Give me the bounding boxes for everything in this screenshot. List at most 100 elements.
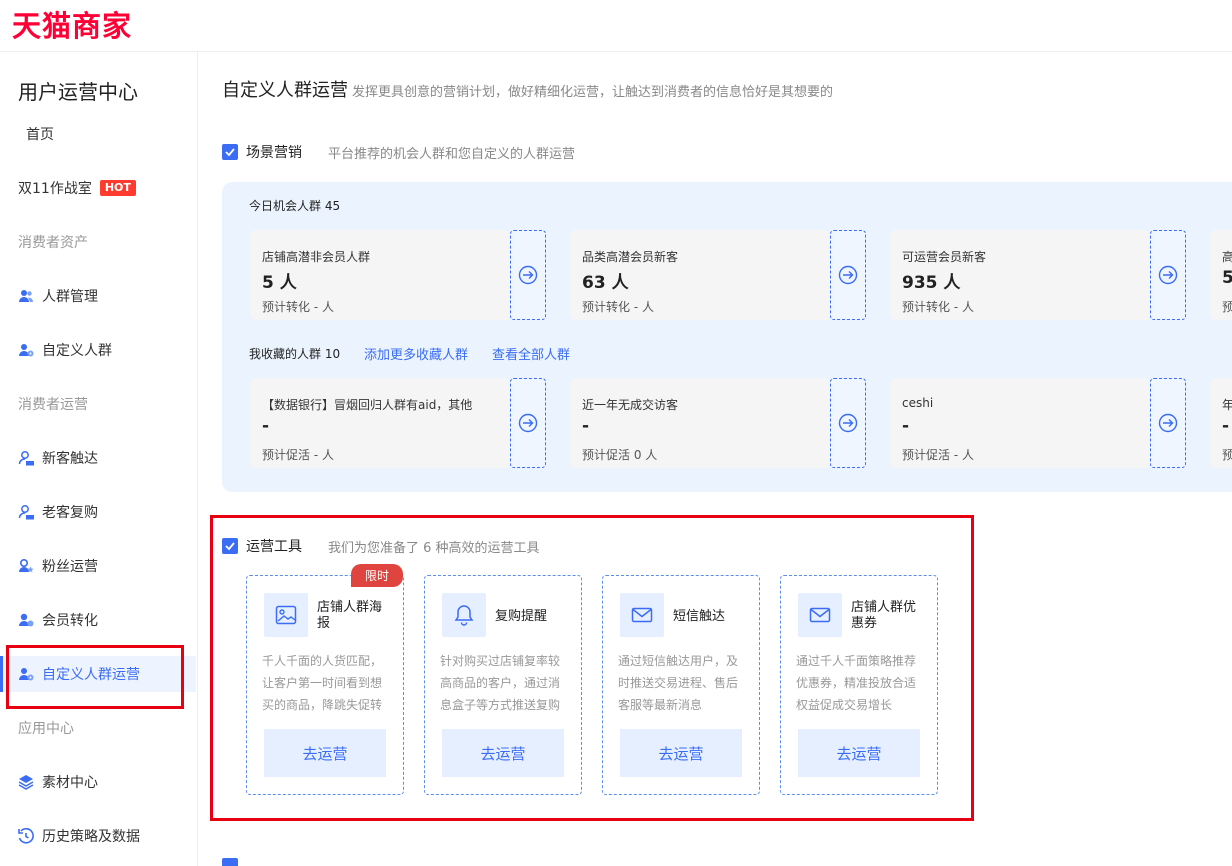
sidebar-item-new-reach[interactable]: 新客触达 xyxy=(0,440,196,476)
tool-name: 短信触达 xyxy=(673,609,726,624)
scene-section-header: 场景营销 平台推荐的机会人群和您自定义的人群运营 xyxy=(222,142,575,162)
crowd-count: 5 xyxy=(1222,268,1232,288)
sidebar-item-label: 粉丝运营 xyxy=(42,559,98,575)
crowd-go-button[interactable] xyxy=(830,378,866,468)
crowd-go-button[interactable] xyxy=(1150,230,1186,320)
crowd-go-button[interactable] xyxy=(510,230,546,320)
view-all-crowd-link[interactable]: 查看全部人群 xyxy=(492,344,570,363)
scene-panel: 今日机会人群 45 店铺高潜非会员人群 5 人 预计转化 - 人 品类高潜会员新… xyxy=(222,182,1232,492)
layers-icon xyxy=(18,774,34,790)
sidebar-item-label: 人群管理 xyxy=(42,289,98,305)
crowd-card[interactable]: 店铺高潜非会员人群 5 人 预计转化 - 人 xyxy=(250,230,510,320)
crowd-card[interactable]: ceshi - 预计促活 - 人 xyxy=(890,378,1150,468)
crowd-forecast: 预计转化 - 人 xyxy=(262,300,334,314)
top-bar: 天猫商家 xyxy=(0,0,1232,52)
tool-card-sms: 短信触达 通过短信触达用户，及时推送交易进程、售后客服等最新消息 去运营 xyxy=(602,575,760,795)
users-icon xyxy=(18,288,34,304)
crowd-forecast: 预计转化 - 人 xyxy=(902,300,974,314)
tool-card-poster: 限时 店铺人群海报 千人千面的人货匹配，让客户第一时间看到想买的商品，降跳失促转… xyxy=(246,564,404,795)
crowd-card[interactable]: 品类高潜会员新客 63 人 预计转化 - 人 xyxy=(570,230,830,320)
sidebar-item-label: 素材中心 xyxy=(42,775,98,791)
sidebar: 用户运营中心 首页 双11作战室 HOT 消费者资产 人群管理 自定义人群 消费… xyxy=(0,52,198,866)
check-icon xyxy=(222,538,238,554)
crowd-card[interactable]: 高 5 预 xyxy=(1210,230,1232,320)
sidebar-item-custom-crowd-ops[interactable]: 自定义人群运营 xyxy=(0,656,196,692)
arrow-right-circle-icon xyxy=(1158,265,1178,285)
crowd-card[interactable]: 【数据银行】冒烟回归人群有aid，其他 - 预计促活 - 人 xyxy=(250,378,510,468)
user-settings-icon xyxy=(18,666,34,682)
sidebar-item-material-center[interactable]: 素材中心 xyxy=(0,764,196,800)
page-subtitle: 发挥更具创意的营销计划，做好精细化运营，让触达到消费者的信息恰好是其想要的 xyxy=(352,85,834,100)
new-user-icon xyxy=(18,450,34,466)
image-icon xyxy=(264,593,308,637)
limited-time-badge: 限时 xyxy=(351,564,403,587)
member-icon xyxy=(18,612,34,628)
crowd-go-button[interactable] xyxy=(830,230,866,320)
tool-desc: 千人千面的人货匹配，让客户第一时间看到想买的商品，降跳失促转 xyxy=(262,654,383,712)
arrow-right-circle-icon xyxy=(518,413,538,433)
section-consumer-ops: 消费者运营 xyxy=(18,397,88,413)
tmall-merchant-logo[interactable]: 天猫商家 xyxy=(12,3,132,45)
fans-icon xyxy=(18,558,34,574)
go-operate-button[interactable]: 去运营 xyxy=(442,729,564,777)
mail-icon xyxy=(798,593,842,637)
crowd-name: 【数据银行】冒烟回归人群有aid，其他 xyxy=(262,398,473,412)
tool-desc: 通过千人千面策略推荐优惠券，精准投放合适权益促成交易增长 xyxy=(796,654,917,712)
sidebar-item-label: 新客触达 xyxy=(42,451,98,467)
tool-card-repurchase: 复购提醒 针对购买过店铺复率较高商品的客户，通过消息盒子等方式推送复购 去运营 xyxy=(424,575,582,795)
arrow-right-circle-icon xyxy=(838,265,858,285)
sidebar-item-fans-ops[interactable]: 粉丝运营 xyxy=(0,548,196,584)
crowd-name: 店铺高潜非会员人群 xyxy=(262,250,371,264)
tools-section-header: 运营工具 我们为您准备了 6 种高效的运营工具 xyxy=(222,536,540,556)
crowd-count: 935 人 xyxy=(902,273,961,293)
tools-desc: 我们为您准备了 6 种高效的运营工具 xyxy=(328,540,540,556)
old-user-icon xyxy=(18,504,34,520)
crowd-card[interactable]: 可运营会员新客 935 人 预计转化 - 人 xyxy=(890,230,1150,320)
tool-name: 店铺人群海报 xyxy=(317,600,383,631)
tool-card-coupon: 店铺人群优惠券 通过千人千面策略推荐优惠券，精准投放合适权益促成交易增长 去运营 xyxy=(780,575,938,795)
crowd-forecast: 预 xyxy=(1222,300,1232,314)
crowd-forecast: 预计转化 - 人 xyxy=(582,300,654,314)
tools-title: 运营工具 xyxy=(246,539,302,555)
crowd-go-button[interactable] xyxy=(1150,378,1186,468)
crowd-name: 高 xyxy=(1222,250,1232,264)
add-favorite-crowd-link[interactable]: 添加更多收藏人群 xyxy=(364,344,468,363)
sidebar-title: 用户运营中心 xyxy=(18,80,138,104)
sidebar-item-crowd-manage[interactable]: 人群管理 xyxy=(0,278,196,314)
sidebar-item-custom-crowd[interactable]: 自定义人群 xyxy=(0,332,196,368)
tool-name: 店铺人群优惠券 xyxy=(851,600,917,631)
crowd-go-button[interactable] xyxy=(510,378,546,468)
go-operate-button[interactable]: 去运营 xyxy=(264,729,386,777)
sidebar-item-label: 双11作战室 xyxy=(18,181,92,197)
sidebar-item-history-data[interactable]: 历史策略及数据 xyxy=(0,818,196,854)
sidebar-item-label: 自定义人群 xyxy=(42,343,112,359)
sidebar-item-label: 会员转化 xyxy=(42,613,98,629)
sidebar-item-old-repurchase[interactable]: 老客复购 xyxy=(0,494,196,530)
scene-desc: 平台推荐的机会人群和您自定义的人群运营 xyxy=(328,146,576,162)
crowd-count: - xyxy=(582,416,590,436)
go-operate-button[interactable]: 去运营 xyxy=(798,729,920,777)
user-settings-icon xyxy=(18,342,34,358)
crowd-card[interactable]: 近一年无成交访客 - 预计促活 0 人 xyxy=(570,378,830,468)
crowd-count: - xyxy=(262,416,270,436)
crowd-name: 近一年无成交访客 xyxy=(582,398,679,412)
crowd-name: ceshi xyxy=(902,396,934,410)
crowd-count: 63 人 xyxy=(582,273,629,293)
scene-title: 场景营销 xyxy=(246,145,302,161)
sidebar-item-member-convert[interactable]: 会员转化 xyxy=(0,602,196,638)
tool-desc: 通过短信触达用户，及时推送交易进程、售后客服等最新消息 xyxy=(618,654,739,712)
crowd-count: 5 人 xyxy=(262,273,297,293)
history-icon xyxy=(18,828,34,844)
tool-desc: 针对购买过店铺复率较高商品的客户，通过消息盒子等方式推送复购 xyxy=(440,654,561,712)
crowd-name: 年 xyxy=(1222,398,1232,412)
fav-crowd-label: 我收藏的人群 10 xyxy=(249,347,341,361)
arrow-right-circle-icon xyxy=(1158,413,1178,433)
crowd-name: 可运营会员新客 xyxy=(902,250,987,264)
sidebar-item-label: 老客复购 xyxy=(42,505,98,521)
sidebar-item-home[interactable]: 首页 xyxy=(0,116,196,152)
crowd-forecast: 预计促活 0 人 xyxy=(582,448,658,462)
main-content: 自定义人群运营 发挥更具创意的营销计划，做好精细化运营，让触达到消费者的信息恰好… xyxy=(198,52,1232,866)
sidebar-item-war-room[interactable]: 双11作战室 HOT xyxy=(0,170,196,206)
go-operate-button[interactable]: 去运营 xyxy=(620,729,742,777)
crowd-card[interactable]: 年 - 预 xyxy=(1210,378,1232,468)
